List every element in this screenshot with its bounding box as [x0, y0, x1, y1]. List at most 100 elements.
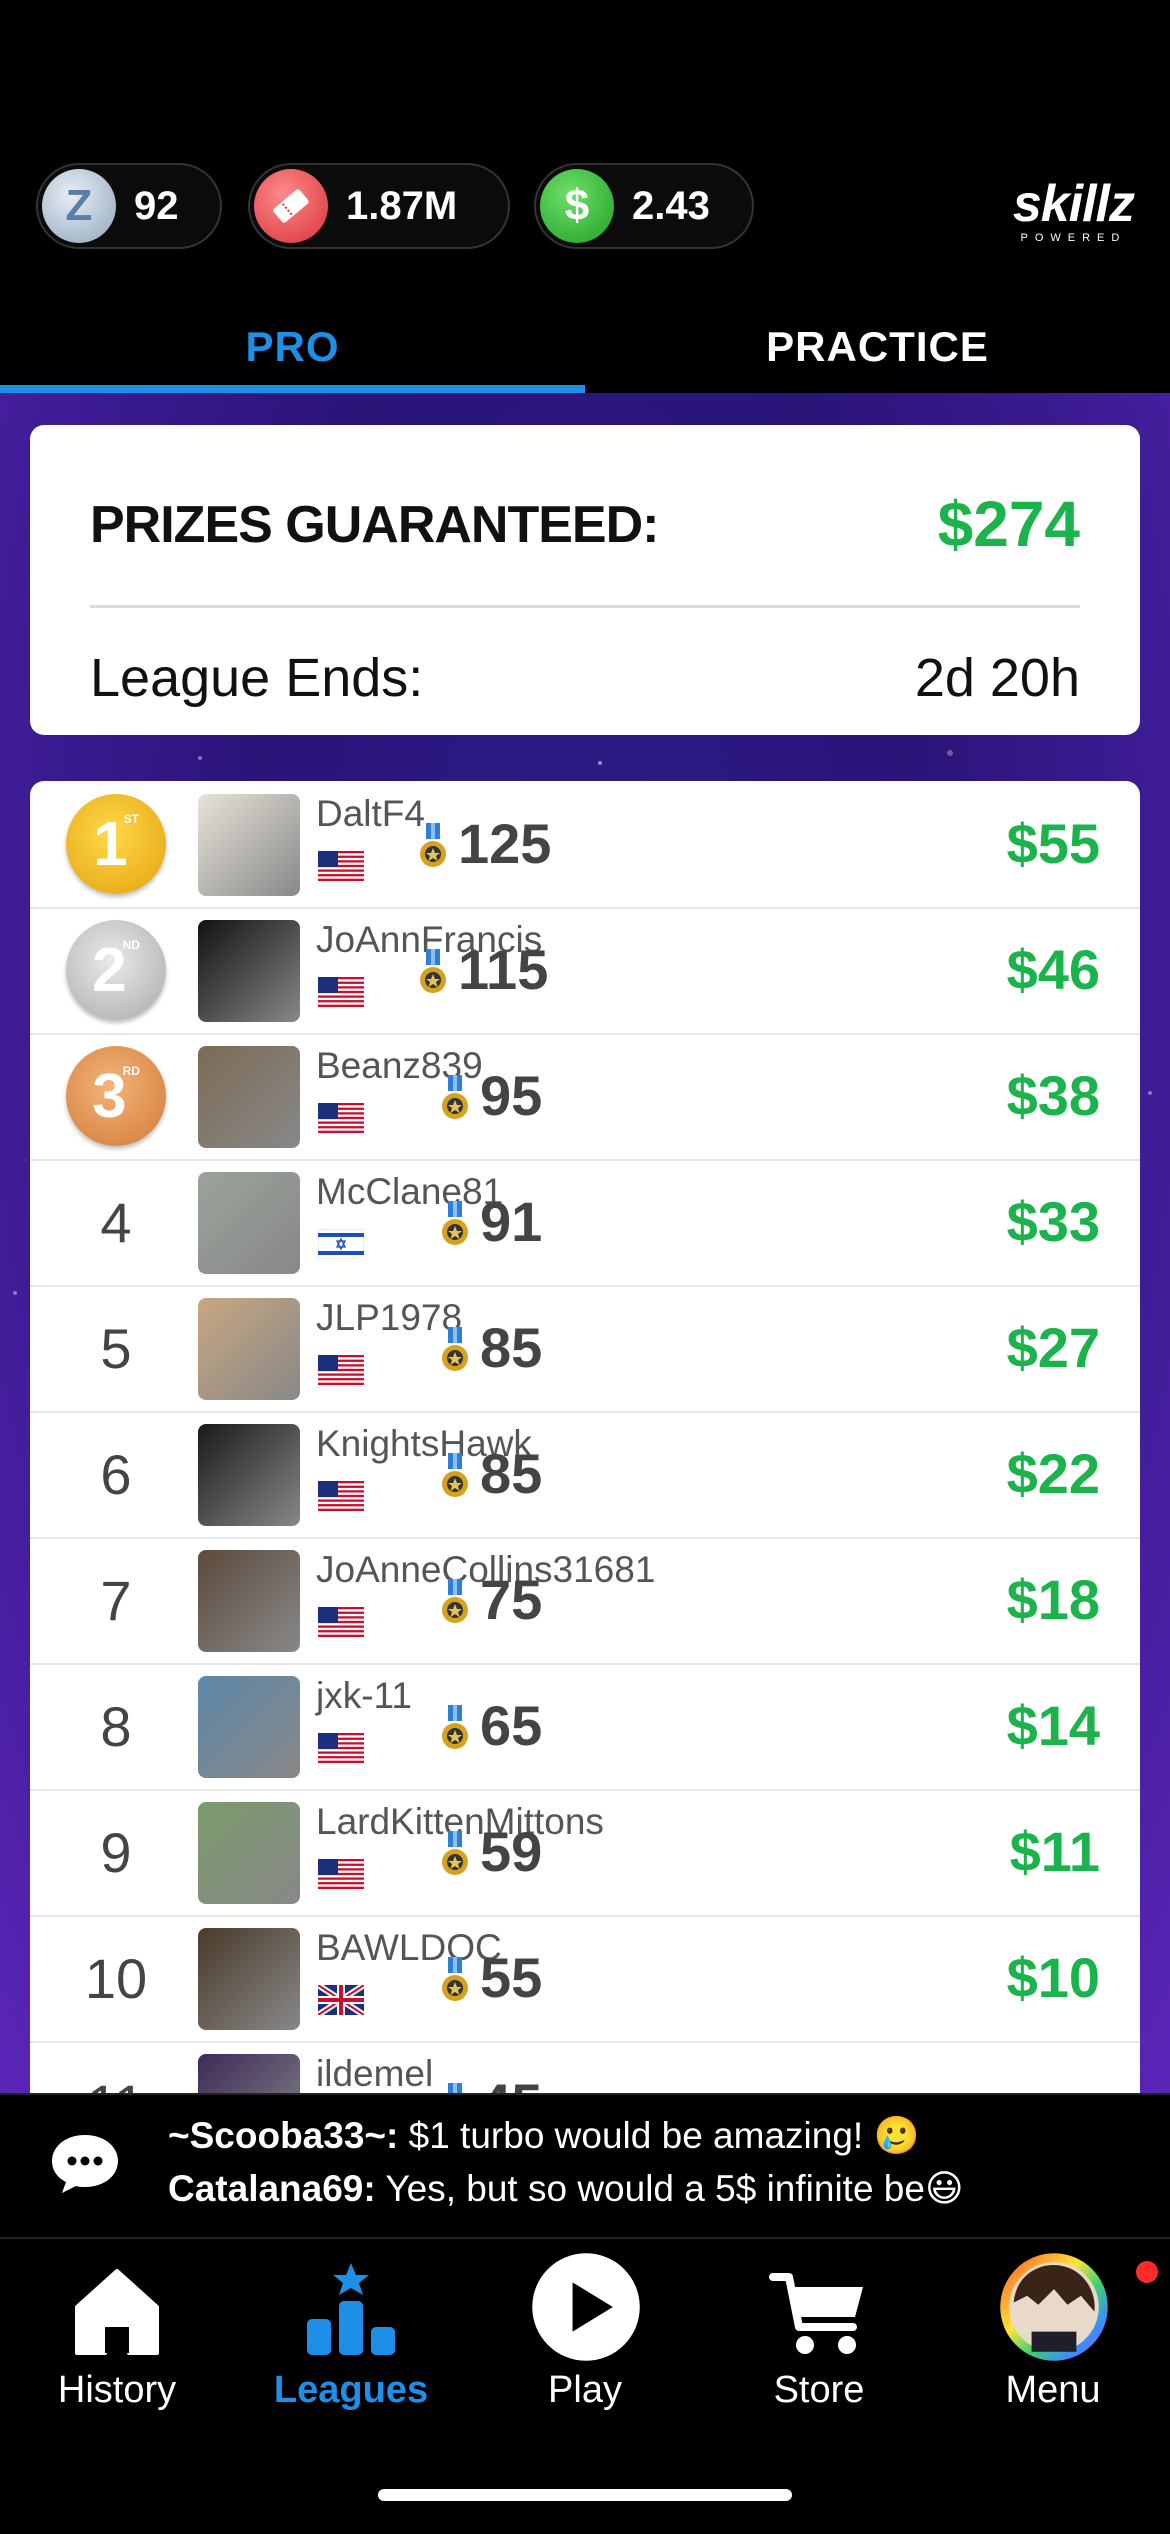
- player-name[interactable]: BAWLDOC: [316, 1927, 502, 1969]
- tab-pro[interactable]: PRO: [0, 300, 585, 393]
- z-coins-pill[interactable]: Z 92: [36, 163, 222, 249]
- dollar-icon: $: [540, 169, 614, 243]
- rank-value: 2: [92, 935, 127, 1005]
- player-avatar[interactable]: [198, 1676, 300, 1778]
- us-flag-icon: [318, 851, 364, 881]
- leaderboard-row[interactable]: 7 JoAnneCollins31681 75 $18: [30, 1537, 1140, 1665]
- cash-pill[interactable]: $ 2.43: [534, 163, 754, 249]
- leaderboard-row[interactable]: 4 McClane81 91 $33: [30, 1159, 1140, 1287]
- rank-number: 9: [66, 1802, 166, 1902]
- league-ends-label: League Ends:: [90, 648, 424, 708]
- nav-history-label: History: [57, 2369, 177, 2411]
- nav-menu-label: Menu: [1005, 2369, 1101, 2411]
- us-flag-icon: [318, 977, 364, 1007]
- player-avatar[interactable]: [198, 1424, 300, 1526]
- rank-value: 6: [100, 1442, 132, 1506]
- chat-user: Catalana69:: [168, 2168, 376, 2209]
- medal-points-icon: [442, 1327, 468, 1371]
- player-avatar[interactable]: [198, 920, 300, 1022]
- nav-leagues[interactable]: Leagues: [234, 2239, 468, 2459]
- chat-ticker[interactable]: ~Scooba33~: $1 turbo would be amazing! 🥲…: [0, 2093, 1170, 2237]
- leaderboard-row[interactable]: 3 RD Beanz839 95 $38: [30, 1033, 1140, 1161]
- nav-history[interactable]: History: [0, 2239, 234, 2459]
- nav-store[interactable]: Store: [702, 2239, 936, 2459]
- leaderboard[interactable]: 1 ST DaltF4 125 $55 2 ND JoAnnFrancis 115 $46 3 RD B…: [30, 781, 1140, 2093]
- prizes-guaranteed-label: PRIZES GUARANTEED:: [90, 496, 659, 554]
- prizes-card: PRIZES GUARANTEED: $274 League Ends: 2d …: [30, 425, 1140, 735]
- home-indicator: [378, 2489, 792, 2501]
- medal-points-icon: [420, 823, 446, 867]
- medal-points-icon: [420, 949, 446, 993]
- leaderboard-row[interactable]: 2 ND JoAnnFrancis 115 $46: [30, 907, 1140, 1035]
- tickets-value: 1.87M: [346, 183, 458, 228]
- rank-medal-icon: 3 RD: [66, 1046, 166, 1146]
- nav-play-label: Play: [548, 2369, 622, 2411]
- player-name[interactable]: DaltF4: [316, 793, 425, 835]
- player-avatar[interactable]: [198, 794, 300, 896]
- rank-value: 9: [100, 1820, 132, 1884]
- uk-flag-icon: [318, 1985, 364, 2015]
- tickets-pill[interactable]: 1.87M: [248, 163, 510, 249]
- player-score: 65: [480, 1694, 543, 1757]
- leaderboard-row[interactable]: 1 ST DaltF4 125 $55: [30, 781, 1140, 909]
- chat-bubble-icon: [52, 2135, 118, 2193]
- nav-play[interactable]: Play: [468, 2239, 702, 2459]
- leaderboard-row[interactable]: 9 LardKittenMittons 59 $11: [30, 1789, 1140, 1917]
- leaderboard-row[interactable]: 6 KnightsHawk 85 $22: [30, 1411, 1140, 1539]
- rank-value: 8: [100, 1694, 132, 1758]
- player-avatar[interactable]: [198, 1802, 300, 1904]
- medal-points-icon: [442, 1075, 468, 1119]
- player-score: 95: [480, 1064, 543, 1127]
- rank-number: 8: [66, 1676, 166, 1776]
- cash-value: 2.43: [632, 183, 710, 228]
- player-score: 85: [480, 1442, 543, 1505]
- tab-practice[interactable]: PRACTICE: [585, 300, 1170, 393]
- player-avatar[interactable]: [198, 1046, 300, 1148]
- player-avatar[interactable]: [198, 1298, 300, 1400]
- player-avatar[interactable]: [198, 1172, 300, 1274]
- nav-leagues-label: Leagues: [273, 2369, 429, 2411]
- home-icon: [75, 2269, 159, 2355]
- player-avatar[interactable]: [198, 2054, 300, 2093]
- chat-message: ~Scooba33~: $1 turbo would be amazing! 🥲: [168, 2115, 920, 2158]
- divider: [90, 605, 1080, 608]
- player-prize: $46: [1006, 938, 1100, 1001]
- rank-number: 11: [66, 2054, 166, 2094]
- il-flag-icon: [318, 1229, 364, 1259]
- rank-number: 7: [66, 1550, 166, 1650]
- medal-points-icon: [442, 1201, 468, 1245]
- player-prize: $18: [1006, 1568, 1100, 1631]
- player-score: 85: [480, 1316, 543, 1379]
- nav-menu[interactable]: Menu: [936, 2239, 1170, 2459]
- medal-points-icon: [442, 1831, 468, 1875]
- player-prize: $27: [1006, 1316, 1100, 1379]
- rank-medal-icon: 1 ST: [66, 794, 166, 894]
- leaderboard-row[interactable]: 8 jxk-11 65 $14: [30, 1663, 1140, 1791]
- rank-value: 5: [100, 1316, 132, 1380]
- us-flag-icon: [318, 1859, 364, 1889]
- player-name[interactable]: jxk-11: [316, 1675, 412, 1717]
- leaderboard-row[interactable]: 11 ildemel 45: [30, 2041, 1140, 2093]
- leaderboard-row[interactable]: 10 BAWLDOC 55 $10: [30, 1915, 1140, 2043]
- leagues-icon: [307, 2263, 395, 2355]
- player-name[interactable]: ildemel: [316, 2053, 433, 2093]
- player-name[interactable]: McClane81: [316, 1171, 503, 1213]
- player-score: 45: [480, 2071, 542, 2093]
- us-flag-icon: [318, 1481, 364, 1511]
- prizes-guaranteed-value: $274: [937, 488, 1080, 560]
- leaderboard-row[interactable]: 5 JLP1978 85 $27: [30, 1285, 1140, 1413]
- player-avatar[interactable]: [198, 1928, 300, 2030]
- rank-suffix: ND: [122, 938, 140, 952]
- nav-store-label: Store: [773, 2369, 865, 2411]
- player-prize: $55: [1006, 812, 1100, 875]
- player-score: 59: [480, 1820, 543, 1883]
- chat-user: ~Scooba33~:: [168, 2115, 399, 2156]
- player-avatar[interactable]: [198, 1550, 300, 1652]
- z-coins-value: 92: [134, 183, 179, 228]
- mode-tabs: PRO PRACTICE: [0, 300, 1170, 393]
- bottom-nav: History Leagues Play Store Menu: [0, 2237, 1170, 2534]
- rank-value: 1: [93, 809, 128, 879]
- rank-number: 4: [66, 1172, 166, 1272]
- z-coin-icon: Z: [42, 169, 116, 243]
- medal-points-icon: [448, 2083, 462, 2093]
